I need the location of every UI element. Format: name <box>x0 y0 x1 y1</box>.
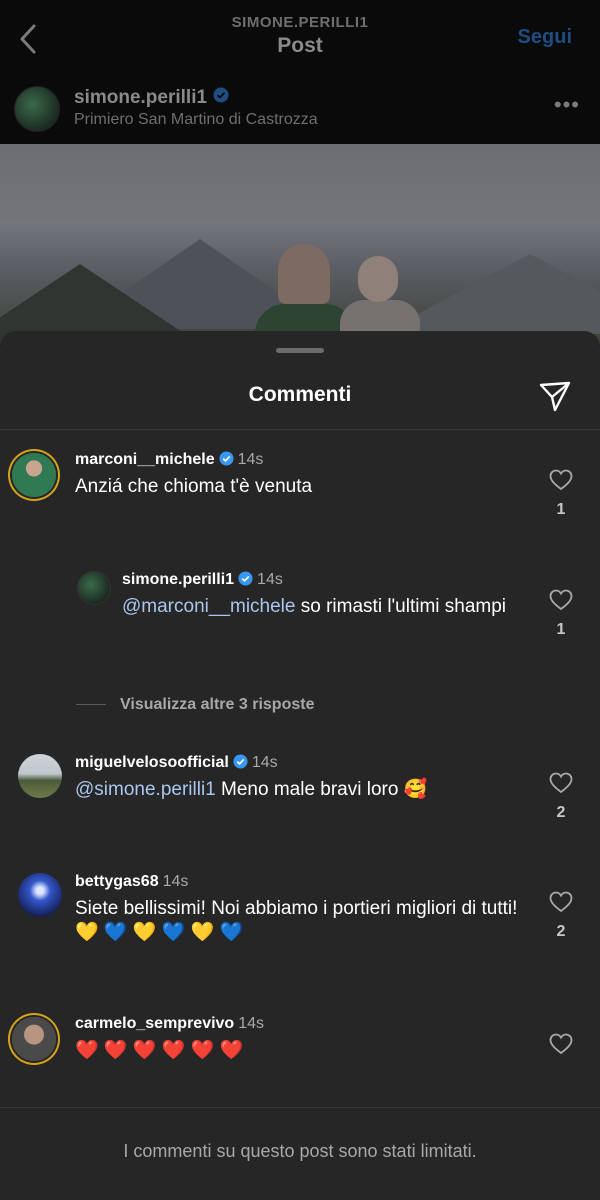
comment-body: Meno male bravi loro <box>221 779 399 800</box>
commenter-avatar[interactable] <box>12 453 56 497</box>
like-heart-icon[interactable] <box>549 772 573 794</box>
comment-header: bettygas68 14s <box>75 873 188 891</box>
like-count: 2 <box>556 804 566 821</box>
post-author-avatar[interactable] <box>14 86 60 132</box>
verified-badge-icon <box>233 754 248 774</box>
comment-header: carmelo_semprevivo 14s <box>75 1015 264 1033</box>
sheet-title: Commenti <box>248 383 352 406</box>
post-author-username[interactable]: simone.perilli1 <box>74 87 207 108</box>
comment-time: 14s <box>251 754 278 771</box>
view-replies-label[interactable]: Visualizza altre 3 risposte <box>120 696 314 713</box>
emoji: ❤️ ❤️ ❤️ ❤️ ❤️ ❤️ <box>75 1040 244 1061</box>
commenter-avatar[interactable] <box>18 873 62 917</box>
post-author-name[interactable]: simone.perilli1 <box>74 87 229 109</box>
post-photo <box>0 144 600 344</box>
comment-username[interactable]: simone.perilli1 <box>122 571 234 588</box>
post-author-row: simone.perilli1 Primiero San Martino di … <box>0 80 600 144</box>
view-more-replies[interactable]: Visualizza altre 3 risposte <box>76 696 314 714</box>
comment-header: marconi__michele 14s <box>75 451 263 471</box>
comment-text: Anziá che chioma t'è venuta <box>75 476 313 497</box>
post-location[interactable]: Primiero San Martino di Castrozza <box>74 111 318 129</box>
commenter-avatar[interactable] <box>12 1017 56 1061</box>
like-count: 2 <box>556 923 566 940</box>
page-title: Post <box>277 34 323 57</box>
replies-line <box>76 704 106 706</box>
comment-time: 14s <box>237 451 264 468</box>
comment-item: bettygas68 14s Siete bellissimi! Noi abbi… <box>0 871 600 961</box>
like-count: 1 <box>556 621 566 638</box>
comment-body: so rimasti l'ultimi shampi <box>300 596 507 617</box>
mention-link[interactable]: @marconi__michele <box>122 596 295 617</box>
comment-text: ❤️ ❤️ ❤️ ❤️ ❤️ ❤️ <box>75 1039 525 1063</box>
comment-header: simone.perilli1 14s <box>122 571 283 591</box>
comments-limited-notice: I commenti su questo post sono stati lim… <box>123 1141 477 1161</box>
like-heart-icon[interactable] <box>549 1033 573 1055</box>
top-header: SIMONE.PERILLI1 Post Segui <box>0 0 600 80</box>
header-username: SIMONE.PERILLI1 <box>231 14 369 31</box>
comment-body: Siete bellissimi! Noi abbiamo i portieri… <box>75 898 518 919</box>
comment-username[interactable]: miguelvelosoofficial <box>75 754 229 771</box>
comment-item: marconi__michele 14s Anziá che chioma t'è… <box>0 449 600 539</box>
comment-item: miguelvelosoofficial 14s @simone.perilli1… <box>0 752 600 842</box>
verified-badge-icon <box>213 87 229 109</box>
emoji: 🥰 <box>403 779 428 800</box>
reply-item: simone.perilli1 14s @marconi__michele so … <box>0 569 600 659</box>
mention-link[interactable]: @simone.perilli1 <box>75 779 216 800</box>
comment-item: carmelo_semprevivo 14s ❤️ ❤️ ❤️ ❤️ ❤️ ❤️ <box>0 1013 600 1083</box>
share-send-icon[interactable] <box>538 379 572 413</box>
comment-text: @marconi__michele so rimasti l'ultimi sh… <box>122 595 512 619</box>
comment-header: miguelvelosoofficial 14s <box>75 754 278 774</box>
emoji: 💛 💙 💛 💙 💛 💙 <box>75 922 244 943</box>
comment-time: 14s <box>257 571 283 588</box>
more-options-icon[interactable]: ••• <box>554 92 580 118</box>
footer-divider <box>0 1107 600 1108</box>
sheet-divider <box>0 429 600 430</box>
verified-badge-icon <box>238 571 253 591</box>
like-heart-icon[interactable] <box>549 891 573 913</box>
verified-badge-icon <box>219 451 234 471</box>
comment-username[interactable]: bettygas68 <box>75 873 159 890</box>
commenter-avatar[interactable] <box>77 571 111 605</box>
comment-text: @simone.perilli1 Meno male bravi loro 🥰 <box>75 778 525 802</box>
follow-button[interactable]: Segui <box>518 26 572 49</box>
comments-sheet: Commenti marconi__michele 14s Anziá che c… <box>0 331 600 1200</box>
like-heart-icon[interactable] <box>549 589 573 611</box>
sheet-drag-handle[interactable] <box>276 348 324 353</box>
like-heart-icon[interactable] <box>549 469 573 491</box>
comment-time: 14s <box>238 1015 264 1032</box>
comment-time: 14s <box>162 873 189 890</box>
comment-username[interactable]: marconi__michele <box>75 451 215 468</box>
comment-username[interactable]: carmelo_semprevivo <box>75 1015 234 1032</box>
commenter-avatar[interactable] <box>18 754 62 798</box>
like-count: 1 <box>556 501 566 518</box>
comment-text: Siete bellissimi! Noi abbiamo i portieri… <box>75 897 525 945</box>
